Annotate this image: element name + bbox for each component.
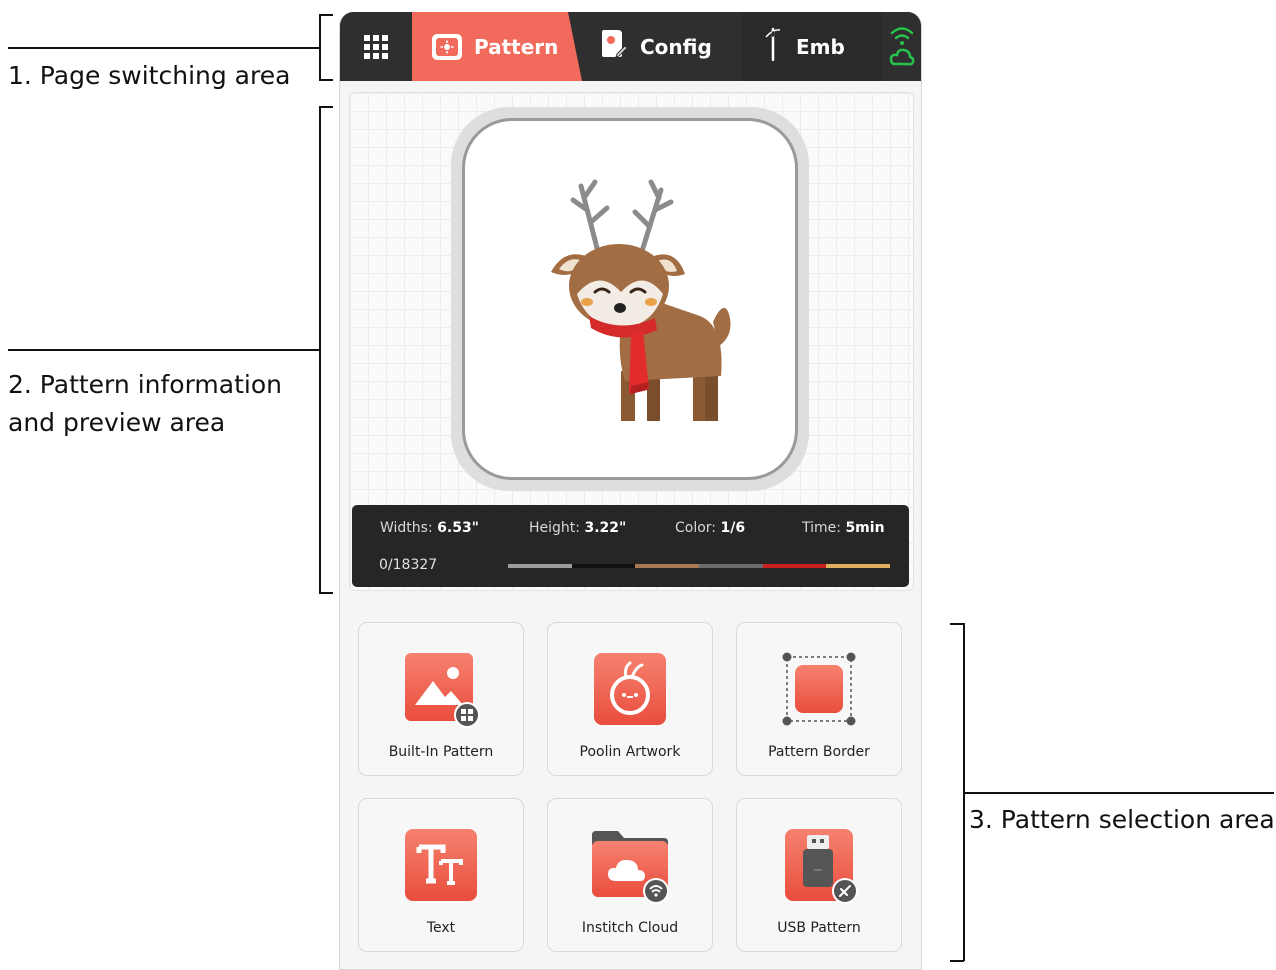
pattern-height: Height: 3.22" [529,520,627,536]
grid-icon [364,34,388,59]
tile-usb-pattern[interactable]: USB Pattern [736,798,902,952]
pattern-height-value: 3.22" [584,520,627,536]
annotation-bracket [950,960,964,962]
thread-color-segment [699,564,763,568]
pattern-color-value: 1/6 [720,520,746,536]
image-icon [405,653,480,728]
annotation-bracket [319,14,321,80]
annotation-bracket [319,106,321,593]
tile-pattern-border[interactable]: Pattern Border [736,622,902,776]
pattern-color-count: Color: 1/6 [675,520,746,536]
thread-color-strip [508,564,891,568]
tab-pattern[interactable]: Pattern [412,12,582,81]
annotation-bracket [963,623,965,961]
tile-label: Built-In Pattern [388,744,494,760]
pattern-width-value: 6.53" [437,520,479,536]
thread-color-segment [635,564,700,568]
annotation-bracket [950,623,964,625]
thread-color-segment [762,564,827,568]
tile-label: Text [426,920,456,936]
device-screen: Pattern Config Emb Widths: 6.53" Height:… [339,12,922,970]
thread-color-segment [571,564,636,568]
annotation-selection: 3. Pattern selection area [969,805,1275,834]
tile-poolin-artwork[interactable]: Poolin Artwork [547,622,713,776]
tab-emb[interactable]: Emb [742,12,882,81]
annotation-bracket [319,592,333,594]
tile-institch-cloud[interactable]: Institch Cloud [547,798,713,952]
tab-config-label: Config [640,34,712,59]
config-icon [600,29,628,64]
thread-color-segment [826,564,891,568]
annotation-line [963,792,1274,794]
annotation-bracket [319,79,333,81]
embroidery-hoop [451,107,809,491]
tab-config[interactable]: Config [582,12,742,81]
pattern-width: Widths: 6.53" [380,520,479,536]
connection-button[interactable] [883,12,921,81]
menu-button[interactable] [340,12,412,81]
annotation-bracket [319,106,333,108]
tile-text[interactable]: Text [358,798,524,952]
thread-color-segment [508,564,572,568]
annotation-preview-line2: and preview area [8,408,226,437]
stitch-counter: 0/18327 [379,557,438,573]
poolin-icon [594,653,666,725]
annotation-line [8,349,320,351]
pattern-time: Time: 5min [802,520,885,536]
tile-label: Poolin Artwork [579,744,681,760]
text-icon [405,829,477,901]
pattern-preview-area: Widths: 6.53" Height: 3.22" Color: 1/6 T… [349,92,914,591]
tile-label: USB Pattern [777,920,861,936]
pattern-info-bar: Widths: 6.53" Height: 3.22" Color: 1/6 T… [352,505,909,587]
annotation-preview-line1: 2. Pattern information [8,370,282,399]
tab-emb-label: Emb [796,34,845,59]
tab-pattern-label: Pattern [474,34,559,59]
needle-icon [762,27,784,66]
tile-label: Institch Cloud [581,920,679,936]
tile-built-in-pattern[interactable]: Built-In Pattern [358,622,524,776]
page-switching-bar: Pattern Config Emb [340,12,921,81]
annotation-bracket [319,14,333,16]
wifi-cloud-icon [889,26,915,65]
border-icon [782,652,856,726]
usb-icon [785,829,858,904]
pattern-time-value: 5min [845,520,885,536]
annotation-line [8,47,320,49]
reindeer-pattern-preview[interactable] [525,176,745,426]
pattern-icon [432,33,462,60]
tile-label: Pattern Border [768,744,870,760]
cloud-folder-icon [592,831,669,904]
annotation-page-switching: 1. Page switching area [8,61,291,90]
